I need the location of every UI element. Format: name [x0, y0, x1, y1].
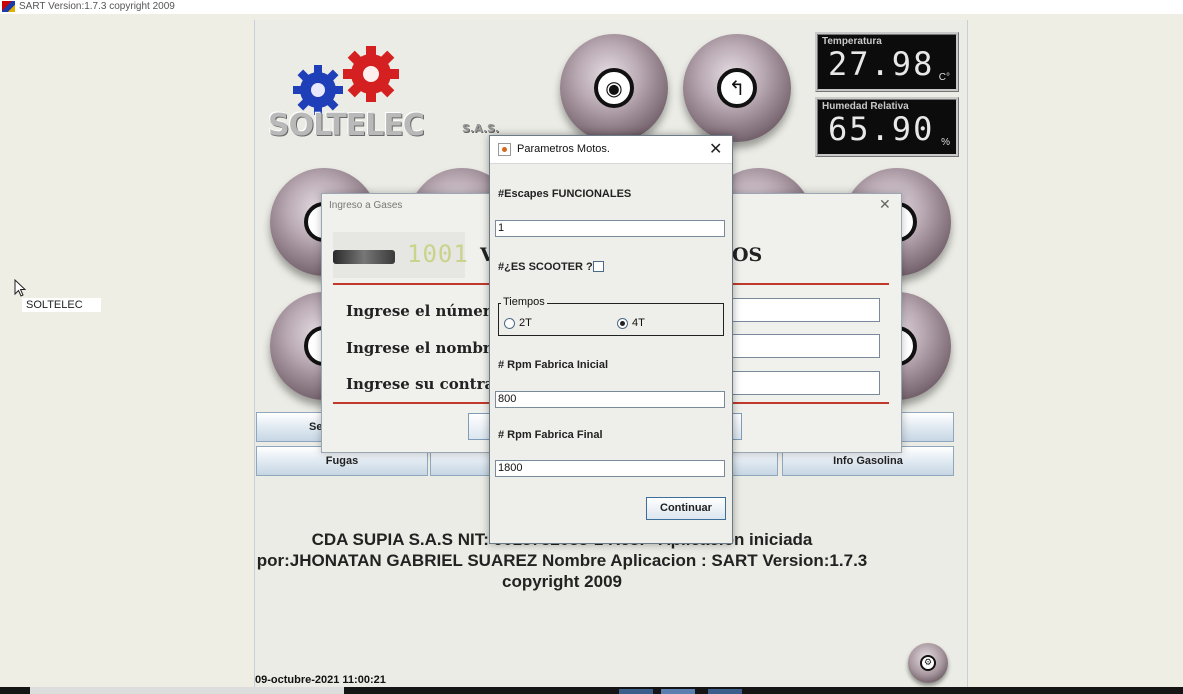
- rpm-initial-label: # Rpm Fabrica Inicial: [498, 359, 609, 371]
- temperature-value: 27.98: [828, 45, 935, 83]
- road-orb-button[interactable]: ↰: [683, 34, 791, 142]
- radio-4t-label: 4T: [632, 317, 645, 329]
- desktop-label[interactable]: SOLTELEC: [22, 298, 101, 312]
- temperature-unit: C°: [938, 72, 950, 83]
- taskbar-app-1[interactable]: [619, 689, 653, 694]
- taskbar-app-2[interactable]: [661, 689, 695, 694]
- close-icon[interactable]: ✕: [709, 139, 722, 158]
- window-title: SART Version:1.7.3 copyright 2009: [19, 1, 175, 12]
- eye-orb-button[interactable]: ◉: [560, 34, 668, 142]
- road-sign-icon: ↰: [717, 68, 757, 108]
- settings-orb-button[interactable]: ⚙: [908, 643, 948, 683]
- escapes-label: #Escapes FUNCIONALES: [498, 188, 632, 200]
- user-name-field[interactable]: [730, 334, 880, 358]
- scooter-checkbox[interactable]: [593, 261, 604, 272]
- rpm-final-label: # Rpm Fabrica Final: [498, 429, 603, 441]
- gases-banner-image: 1001: [333, 232, 468, 278]
- temperature-display: Temperatura 27.98 C°: [815, 32, 959, 92]
- taskbar-search[interactable]: [30, 687, 344, 694]
- se-button[interactable]: Se: [256, 412, 326, 442]
- scooter-label: #¿ES SCOOTER ?: [498, 261, 593, 273]
- gases-banner-text: 1001: [407, 240, 469, 268]
- motos-title-bar: Parametros Motos. ✕: [490, 136, 732, 164]
- user-number-field[interactable]: [730, 298, 880, 322]
- title-bar: SART Version:1.7.3 copyright 2009: [0, 0, 1183, 14]
- humidity-value: 65.90: [828, 110, 935, 148]
- humidity-display: Humedad Relativa 65.90 %: [815, 97, 959, 157]
- radio-4t[interactable]: [617, 318, 628, 329]
- rpm-final-input[interactable]: 1800: [495, 460, 725, 477]
- row1-right-button[interactable]: [898, 412, 954, 442]
- radio-2t-label: 2T: [519, 317, 532, 329]
- datetime-stamp: 09-octubre-2021 11:00:21: [255, 674, 386, 686]
- java-icon: [498, 143, 511, 156]
- settings-icon: ⚙: [920, 655, 936, 671]
- gases-heading-end: OS: [732, 244, 763, 266]
- taskbar-app-3[interactable]: [708, 689, 742, 694]
- cursor-icon: [14, 279, 26, 297]
- parametros-motos-dialog: Parametros Motos. ✕ #Escapes FUNCIONALES…: [489, 135, 733, 544]
- gases-dialog-title: Ingreso a Gases: [329, 200, 403, 211]
- footer-line2: por:JHONATAN GABRIEL SUAREZ Nombre Aplic…: [256, 551, 868, 570]
- plug-graphic: [333, 250, 395, 264]
- app-icon: [2, 1, 15, 12]
- motos-dialog-title: Parametros Motos.: [517, 143, 610, 155]
- footer-line3: copyright 2009: [502, 572, 622, 591]
- continue-button[interactable]: Continuar: [646, 497, 726, 520]
- radio-2t[interactable]: [504, 318, 515, 329]
- logo-brand-text: SOLTELEC: [268, 108, 425, 143]
- rpm-initial-input[interactable]: 800: [495, 391, 725, 408]
- close-icon[interactable]: ✕: [879, 197, 891, 213]
- eye-icon: ◉: [594, 68, 634, 108]
- password-field[interactable]: [730, 371, 880, 395]
- escapes-input[interactable]: 1: [495, 220, 725, 237]
- logo-suffix-text: S.A.S.: [462, 122, 500, 135]
- tiempos-legend: Tiempos: [501, 296, 547, 308]
- humidity-unit: %: [941, 137, 950, 148]
